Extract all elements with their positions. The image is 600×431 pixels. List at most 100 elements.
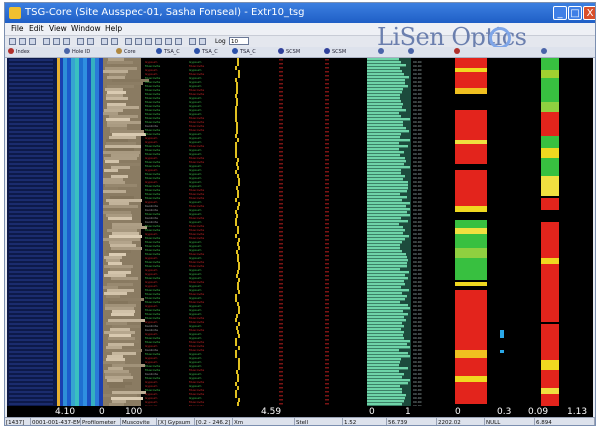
red-dot-column <box>279 283 283 285</box>
core-image-grain <box>112 352 136 355</box>
track-header-10[interactable] <box>453 47 539 57</box>
teal-bar <box>367 352 408 355</box>
core-image-grain <box>107 355 123 358</box>
spectrum-icon[interactable] <box>165 38 172 45</box>
status-field-7: Stell <box>295 418 343 425</box>
teal-bar <box>367 73 404 76</box>
cut-icon[interactable] <box>43 38 50 45</box>
filter-icon[interactable] <box>135 38 142 45</box>
depth-row <box>9 267 53 269</box>
chart-icon[interactable] <box>125 38 132 45</box>
teal-bar <box>367 256 407 259</box>
yellow-trace <box>235 114 237 118</box>
core-image-grain <box>103 178 123 181</box>
yellow-trace <box>237 230 239 234</box>
core-image-grain <box>106 97 128 100</box>
export-icon[interactable] <box>199 38 206 45</box>
new-icon[interactable] <box>9 38 16 45</box>
yellow-trace <box>237 242 239 246</box>
core-image-grain <box>112 310 135 313</box>
depth-row <box>9 119 53 121</box>
yellow-trace <box>236 82 238 86</box>
settings-icon[interactable] <box>175 38 182 45</box>
mineral-block <box>455 140 487 144</box>
track-header-3[interactable]: TSA_C <box>155 47 191 57</box>
track-header-6[interactable]: SCSM <box>277 47 321 57</box>
menu-file[interactable]: File <box>11 23 24 35</box>
core-image-grain <box>105 67 137 70</box>
depth-row <box>9 287 53 289</box>
red-dot-column <box>279 387 283 389</box>
red-dot-column <box>279 107 283 109</box>
red-dot-column <box>279 103 283 105</box>
red-dot-column <box>279 115 283 117</box>
track-header-5[interactable]: TSA_C <box>231 47 275 57</box>
mineral-block <box>541 388 559 394</box>
teal-bar <box>367 244 400 247</box>
red-dot-column <box>325 367 329 369</box>
log-select[interactable]: 10 <box>229 37 249 45</box>
mineral-block <box>541 58 559 70</box>
copy-icon[interactable] <box>53 38 60 45</box>
depth-row <box>9 155 53 157</box>
paste-icon[interactable] <box>63 38 70 45</box>
maximize-button[interactable]: □ <box>568 6 582 20</box>
image-icon[interactable] <box>155 38 162 45</box>
teal-bar <box>367 121 403 124</box>
mineral-block <box>541 112 559 136</box>
teal-bar <box>367 304 408 307</box>
minimize-button[interactable]: _ <box>553 6 567 20</box>
zoom-in-icon[interactable] <box>77 38 84 45</box>
core-image-grain <box>103 181 125 184</box>
teal-bar <box>367 133 401 136</box>
red-dot-column <box>279 127 283 129</box>
mineral-block <box>541 102 559 112</box>
yellow-trace <box>236 126 238 130</box>
red-dot-column <box>279 303 283 305</box>
save-icon[interactable] <box>29 38 36 45</box>
menu-help[interactable]: Help <box>105 23 122 35</box>
zoom-out-icon[interactable] <box>87 38 94 45</box>
teal-bar <box>367 247 400 250</box>
track-header-9[interactable] <box>407 47 451 57</box>
core-image-grain <box>112 364 145 367</box>
red-dot-column <box>279 131 283 133</box>
yellow-trace <box>238 74 240 78</box>
grid-icon[interactable] <box>111 38 118 45</box>
track-header-2[interactable]: Core <box>115 47 153 57</box>
track-header-7[interactable]: SCSM <box>323 47 373 57</box>
close-button[interactable]: X <box>583 6 595 20</box>
teal-bar <box>367 181 408 184</box>
depth-row <box>9 379 53 381</box>
track-header-1[interactable]: Hole ID <box>63 47 113 57</box>
menu-window[interactable]: Window <box>71 23 101 35</box>
spectral-stripe <box>63 58 67 406</box>
red-dot-column <box>325 195 329 197</box>
mineral-block <box>455 68 487 72</box>
menu-edit[interactable]: Edit <box>29 23 44 35</box>
track-header-11[interactable] <box>540 47 588 57</box>
track-header-0[interactable]: Index <box>7 47 61 57</box>
menu-view[interactable]: View <box>49 23 67 35</box>
table-icon[interactable] <box>145 38 152 45</box>
red-dot-column <box>279 287 283 289</box>
print-icon[interactable] <box>189 38 196 45</box>
core-image-grain <box>107 283 133 286</box>
yellow-trace <box>237 226 239 230</box>
red-dot-column <box>279 363 283 365</box>
layout-icon[interactable] <box>101 38 108 45</box>
core-log-viewer[interactable]: Gypsum Gypsum Muscovite Muscovite Gypsum Gyps… <box>7 58 593 406</box>
core-image-grain <box>109 334 131 337</box>
teal-bar <box>367 220 408 223</box>
open-icon[interactable] <box>19 38 26 45</box>
teal-bar <box>367 391 402 394</box>
core-image-grain <box>104 370 129 373</box>
teal-bar <box>367 361 400 364</box>
track-header-4[interactable]: TSA_C <box>193 47 229 57</box>
red-dot-column <box>325 247 329 249</box>
red-dot-column <box>325 355 329 357</box>
yellow-trace <box>238 322 240 326</box>
depth-row <box>9 143 53 145</box>
core-image-grain <box>105 316 122 319</box>
track-header-8[interactable] <box>377 47 405 57</box>
